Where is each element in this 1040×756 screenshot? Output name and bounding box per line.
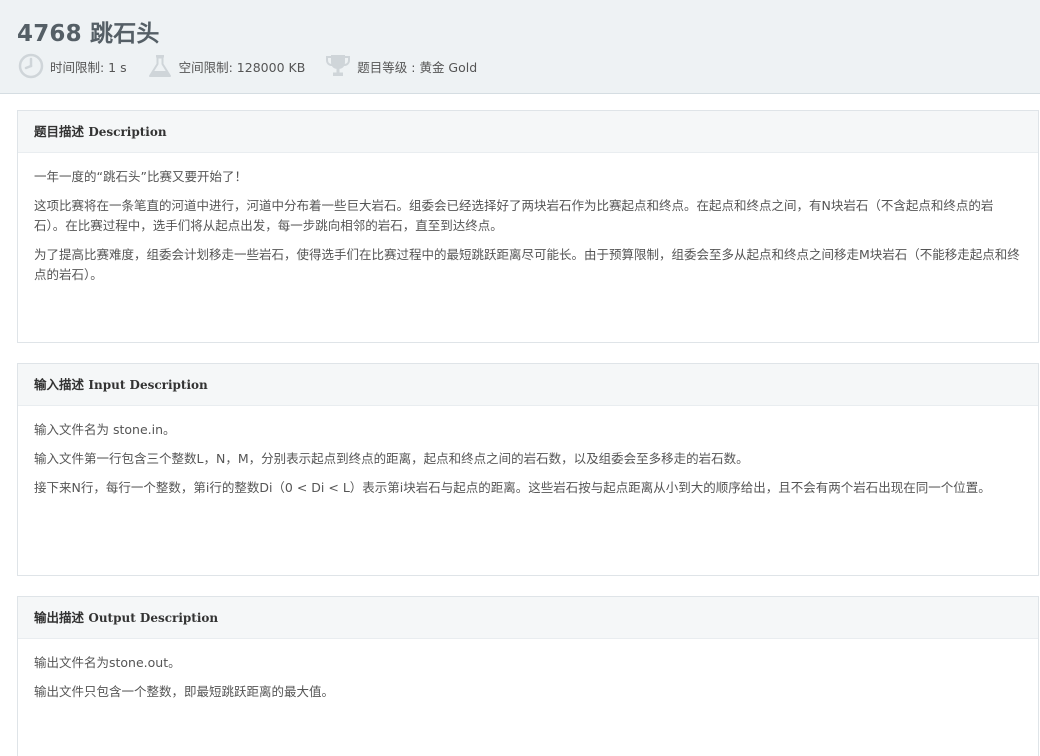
input-body: 输入文件名为 stone.in。 输入文件第一行包含三个整数L，N，M，分别表示… [18,406,1038,498]
memory-limit-text: 空间限制: 128000 KB [178,59,306,75]
output-body: 输出文件名为stone.out。 输出文件只包含一个整数，即最短跳跃距离的最大值… [18,639,1038,702]
input-heading-cn: 输入描述 [34,377,85,392]
input-heading: 输入描述 Input Description [18,364,1038,406]
time-limit: 时间限制: 1 s [18,53,127,79]
description-heading-cn: 题目描述 [34,124,85,139]
output-heading: 输出描述 Output Description [18,597,1038,639]
problem-title: 4768 跳石头 [17,21,160,47]
problem-level: 题目等级 : 黄金 Gold [325,53,477,79]
output-panel: 输出描述 Output Description 输出文件名为stone.out。… [17,596,1039,756]
description-body: 一年一度的“跳石头”比赛又要开始了！ 这项比赛将在一条笔直的河道中进行，河道中分… [18,153,1038,285]
input-paragraph: 输入文件第一行包含三个整数L，N，M，分别表示起点到终点的距离，起点和终点之间的… [34,451,749,466]
input-heading-en: Input Description [88,378,208,392]
trophy-icon [326,55,351,76]
output-heading-en: Output Description [88,611,219,625]
description-heading: 题目描述 Description [18,111,1038,153]
output-paragraph: 输出文件只包含一个整数，即最短跳跃距离的最大值。 [34,684,335,699]
description-paragraph: 这项比赛将在一条笔直的河道中进行，河道中分布着一些巨大岩石。组委会已经选择好了两… [34,198,994,233]
problem-meta: 时间限制: 1 s 空间限制: 128000 KB 题目等级 : 黄金 Gold [18,52,497,80]
input-paragraph: 输入文件名为 stone.in。 [34,422,176,437]
clock-icon [18,53,44,79]
description-panel: 题目描述 Description 一年一度的“跳石头”比赛又要开始了！ 这项比赛… [17,110,1039,343]
output-paragraph: 输出文件名为stone.out。 [34,655,181,670]
problem-header: 4768 跳石头 时间限制: 1 s 空间限制: 128000 KB 题目等级 … [0,0,1040,94]
problem-level-text: 题目等级 : 黄金 Gold [357,59,478,75]
description-paragraph: 为了提高比赛难度，组委会计划移走一些岩石，使得选手们在比赛过程中的最短跳跃距离尽… [34,247,1020,282]
description-paragraph: 一年一度的“跳石头”比赛又要开始了！ [34,169,247,184]
memory-limit: 空间限制: 128000 KB [147,53,306,79]
description-heading-en: Description [88,125,167,139]
time-limit-text: 时间限制: 1 s [50,59,127,75]
input-paragraph: 接下来N行，每行一个整数，第i行的整数Di（0 < Di < L）表示第i块岩石… [34,480,991,495]
input-panel: 输入描述 Input Description 输入文件名为 stone.in。 … [17,363,1039,576]
flask-icon [148,55,171,77]
output-heading-cn: 输出描述 [34,610,85,625]
